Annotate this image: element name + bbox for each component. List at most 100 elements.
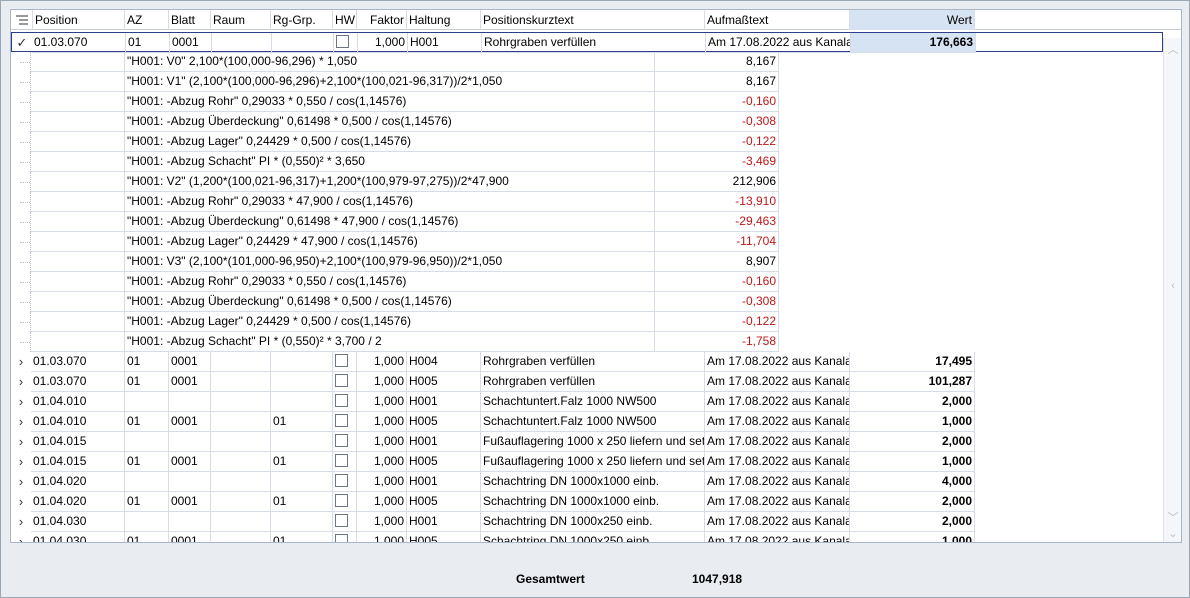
- detail-row[interactable]: "H001: -Abzug Schacht" PI * (0,550)² * 3…: [11, 152, 1163, 172]
- hw-checkbox[interactable]: [335, 354, 348, 368]
- table-row[interactable]: › 01.04.010 01 0001 01 1,000 H005 Schachtuntert…: [11, 412, 1163, 432]
- cell-raum: [211, 492, 271, 512]
- hw-checkbox[interactable]: [335, 474, 348, 488]
- cell-az: [125, 472, 169, 492]
- column-header-position[interactable]: Position: [33, 10, 125, 30]
- detail-row[interactable]: "H001: V3" (2,100*(101,000-96,950)+2,100…: [11, 252, 1163, 272]
- cell-rg: 01: [271, 452, 333, 472]
- detail-row[interactable]: "H001: -Abzug Lager" 0,24429 * 0,500 / c…: [11, 312, 1163, 332]
- column-header-haltung[interactable]: Haltung: [407, 10, 481, 30]
- hw-checkbox[interactable]: [335, 434, 348, 448]
- table-row[interactable]: › 01.04.030 01 0001 01 1,000 H005 Schachtring D…: [11, 532, 1163, 542]
- cell-faktor: 1,000: [357, 412, 407, 432]
- scroll-down-icon[interactable]: ﹀: [1164, 510, 1181, 526]
- collapse-chevron-icon[interactable]: ✓: [12, 33, 32, 53]
- hw-checkbox[interactable]: [335, 454, 348, 468]
- detail-row[interactable]: "H001: V0" 2,100*(100,000-96,296) * 1,05…: [11, 52, 1163, 72]
- cell-faktor: 1,000: [358, 33, 408, 53]
- cell-haltung: H001: [407, 512, 481, 532]
- hw-checkbox[interactable]: [335, 414, 348, 428]
- scroll-bottom-icon[interactable]: ⌄: [1164, 526, 1181, 542]
- detail-value: -29,463: [655, 212, 779, 232]
- total-value: 1047,918: [692, 572, 743, 586]
- expand-chevron-icon[interactable]: ›: [11, 472, 31, 492]
- cell-wert: 17,495: [850, 352, 975, 372]
- detail-value: -3,469: [655, 152, 779, 172]
- cell-blatt: 0001: [169, 412, 211, 432]
- expand-chevron-icon[interactable]: ›: [11, 512, 31, 532]
- scroll-left-icon[interactable]: ‹: [1164, 278, 1181, 294]
- cell-wert: 2,000: [850, 512, 975, 532]
- cell-wert: 1,000: [850, 452, 975, 472]
- detail-spacer: [31, 312, 125, 332]
- expand-chevron-icon[interactable]: ›: [11, 492, 31, 512]
- column-header-blatt[interactable]: Blatt: [169, 10, 211, 30]
- expand-chevron-icon[interactable]: ›: [11, 392, 31, 412]
- detail-value: 8,167: [655, 72, 779, 92]
- detail-row[interactable]: "H001: -Abzug Rohr" 0,29033 * 47,900 / c…: [11, 192, 1163, 212]
- table-row[interactable]: › 01.04.030 1,000 H001 Schachtring DN 1000x2…: [11, 512, 1163, 532]
- table-row[interactable]: › 01.04.020 01 0001 01 1,000 H005 Schachtring D…: [11, 492, 1163, 512]
- table-row-selected[interactable]: ✓ 01.03.070 01 0001 1,000 H001 Rohrgrabe…: [11, 32, 1163, 53]
- detail-row[interactable]: "H001: -Abzug Rohr" 0,29033 * 0,550 / co…: [11, 272, 1163, 292]
- column-header-rg-grp[interactable]: Rg-Grp.: [271, 10, 333, 30]
- cell-az: 01: [125, 492, 169, 512]
- column-header-raum[interactable]: Raum: [211, 10, 271, 30]
- cell-raum: [211, 412, 271, 432]
- detail-spacer: [31, 112, 125, 132]
- cell-position: 01.04.015: [31, 432, 125, 452]
- expand-chevron-icon[interactable]: ›: [11, 532, 31, 542]
- cell-position: 01.04.015: [31, 452, 125, 472]
- column-header-faktor[interactable]: Faktor: [357, 10, 407, 30]
- hw-checkbox[interactable]: [335, 394, 348, 408]
- table-row[interactable]: › 01.04.015 1,000 H001 Fußauflagering 1000 x…: [11, 432, 1163, 452]
- column-header-hw[interactable]: HW: [333, 10, 357, 30]
- detail-spacer: [31, 212, 125, 232]
- detail-row[interactable]: "H001: -Abzug Überdeckung" 0,61498 * 47,…: [11, 212, 1163, 232]
- cell-aufmass: Am 17.08.2022 aus Kanalab: [705, 352, 850, 372]
- expand-chevron-icon[interactable]: ›: [11, 372, 31, 392]
- cell-aufmass: Am 17.08.2022 aus Kanalab: [705, 512, 850, 532]
- expand-chevron-icon[interactable]: ›: [11, 412, 31, 432]
- hw-checkbox[interactable]: [336, 35, 349, 49]
- cell-faktor: 1,000: [357, 352, 407, 372]
- detail-spacer: [31, 252, 125, 272]
- table-row[interactable]: › 01.04.010 1,000 H001 Schachtuntert.Falz 10…: [11, 392, 1163, 412]
- cell-blatt: [169, 432, 211, 452]
- cell-haltung: H005: [407, 452, 481, 472]
- detail-row[interactable]: "H001: V1" (2,100*(100,000-96,296)+2,100…: [11, 72, 1163, 92]
- table-row[interactable]: › 01.03.070 01 0001 1,000 H005 Rohrgraben verf…: [11, 372, 1163, 392]
- hw-checkbox[interactable]: [335, 534, 348, 542]
- detail-row[interactable]: "H001: V2" (1,200*(100,021-96,317)+1,200…: [11, 172, 1163, 192]
- detail-row[interactable]: "H001: -Abzug Rohr" 0,29033 * 0,550 / co…: [11, 92, 1163, 112]
- detail-row[interactable]: "H001: -Abzug Überdeckung" 0,61498 * 0,5…: [11, 112, 1163, 132]
- detail-row[interactable]: "H001: -Abzug Überdeckung" 0,61498 * 0,5…: [11, 292, 1163, 312]
- expand-chevron-icon[interactable]: ›: [11, 352, 31, 372]
- detail-row[interactable]: "H001: -Abzug Lager" 0,24429 * 0,500 / c…: [11, 132, 1163, 152]
- table-row[interactable]: › 01.04.015 01 0001 01 1,000 H005 Fußauflagerin…: [11, 452, 1163, 472]
- expand-chevron-icon[interactable]: ›: [11, 432, 31, 452]
- hw-checkbox[interactable]: [335, 514, 348, 528]
- column-header-wert[interactable]: Wert: [850, 10, 975, 30]
- detail-value: -0,122: [655, 132, 779, 152]
- cell-hw: [333, 432, 357, 452]
- expand-chevron-icon[interactable]: ›: [11, 452, 31, 472]
- detail-value: -1,758: [655, 332, 779, 352]
- detail-row[interactable]: "H001: -Abzug Schacht" PI * (0,550)² * 3…: [11, 332, 1163, 352]
- hw-checkbox[interactable]: [335, 494, 348, 508]
- cell-wert[interactable]: 176,663: [851, 33, 976, 53]
- cell-blatt: 0001: [169, 452, 211, 472]
- column-header-aufmasstext[interactable]: Aufmaßtext: [705, 10, 850, 30]
- detail-row[interactable]: "H001: -Abzug Lager" 0,24429 * 47,900 / …: [11, 232, 1163, 252]
- column-chooser-icon[interactable]: [11, 10, 33, 30]
- hw-checkbox[interactable]: [335, 374, 348, 388]
- cell-rg: 01: [271, 412, 333, 432]
- vertical-scrollbar[interactable]: ︿ ‹ ﹀ ⌄: [1163, 38, 1181, 542]
- scroll-up-icon[interactable]: ︿: [1164, 42, 1181, 58]
- cell-raum: [211, 472, 271, 492]
- table-row[interactable]: › 01.04.020 1,000 H001 Schachtring DN 1000x1…: [11, 472, 1163, 492]
- column-header-az[interactable]: AZ: [125, 10, 169, 30]
- cell-haltung: H005: [407, 492, 481, 512]
- table-row[interactable]: › 01.03.070 01 0001 1,000 H004 Rohrgraben verf…: [11, 352, 1163, 372]
- column-header-positionskurztext[interactable]: Positionskurztext: [481, 10, 705, 30]
